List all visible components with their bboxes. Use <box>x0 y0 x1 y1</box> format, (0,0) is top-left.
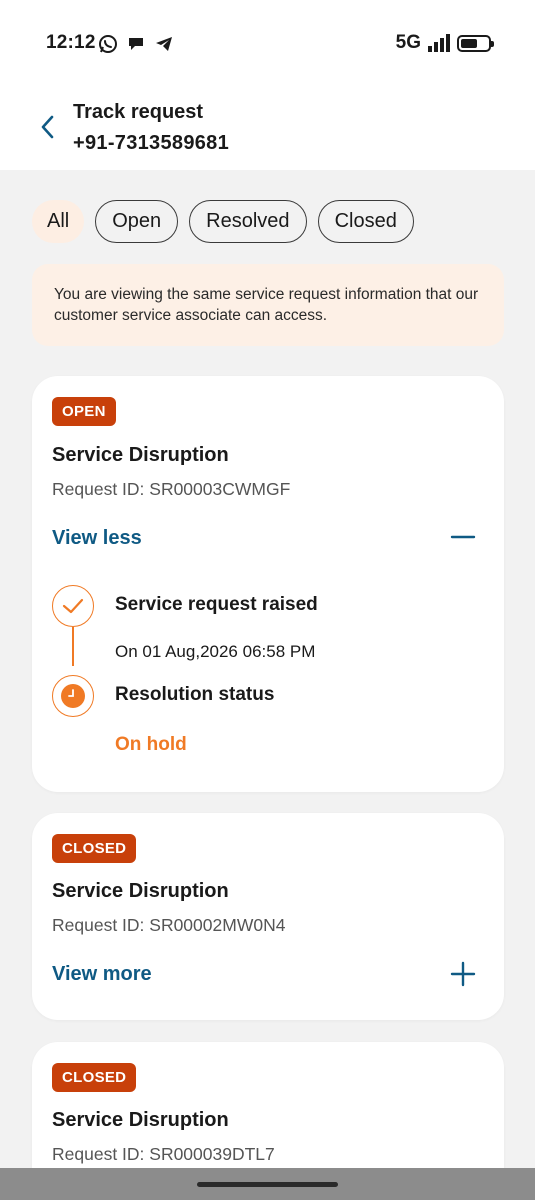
info-notice: You are viewing the same service request… <box>32 264 504 346</box>
battery-icon <box>457 34 494 52</box>
chevron-left-icon <box>41 115 54 139</box>
view-more-link[interactable]: View more <box>52 963 152 986</box>
request-id: Request ID: SR00003CWMGF <box>52 479 291 499</box>
home-gesture-handle[interactable] <box>197 1182 338 1187</box>
filter-chip-closed[interactable]: Closed <box>317 200 414 243</box>
request-title: Service Disruption <box>52 444 229 466</box>
request-card: CLOSED Service Disruption Request ID: SR… <box>32 813 504 1020</box>
page-title: Track request <box>73 101 204 123</box>
view-less-link[interactable]: View less <box>52 527 142 550</box>
request-card: OPEN Service Disruption Request ID: SR00… <box>32 376 504 792</box>
request-title: Service Disruption <box>52 1109 229 1131</box>
minus-icon[interactable] <box>450 524 476 550</box>
clock-icon <box>61 684 85 708</box>
app-header: Track request +91-7313589681 <box>0 88 535 170</box>
timeline-step-resolution <box>52 675 94 717</box>
status-time: 12:12 <box>46 32 96 53</box>
whatsapp-icon <box>99 35 117 53</box>
phone-number: +91-7313589681 <box>73 132 230 154</box>
status-app-icons <box>98 34 174 54</box>
filter-chips: All Open Resolved Closed <box>32 200 414 243</box>
timeline-date: On 01 Aug,2026 06:58 PM <box>115 642 316 661</box>
chat-bubble-icon <box>129 38 143 50</box>
status-badge: CLOSED <box>52 834 137 863</box>
timeline-title-resolution: Resolution status <box>115 684 275 705</box>
filter-chip-all[interactable]: All <box>32 200 85 243</box>
timeline-step-raised <box>52 585 94 627</box>
request-id: Request ID: SR000039DTL7 <box>52 1144 275 1164</box>
timeline-connector <box>72 627 74 666</box>
signal-icon <box>428 34 450 52</box>
network-label: 5G <box>395 32 421 53</box>
resolution-status: On hold <box>115 734 187 755</box>
status-badge: CLOSED <box>52 1063 137 1092</box>
check-icon <box>62 598 84 614</box>
status-right: 5G <box>395 32 494 54</box>
timeline-title-raised: Service request raised <box>115 594 318 615</box>
system-nav-bar <box>0 1168 535 1200</box>
plus-icon[interactable] <box>450 961 476 987</box>
status-badge: OPEN <box>52 397 116 426</box>
request-title: Service Disruption <box>52 880 229 902</box>
filter-chip-resolved[interactable]: Resolved <box>189 200 307 243</box>
status-bar: 12:12 5G <box>0 0 535 88</box>
filter-chip-open[interactable]: Open <box>95 200 179 243</box>
request-id: Request ID: SR00002MW0N4 <box>52 915 286 935</box>
telegram-icon <box>156 37 172 51</box>
back-button[interactable] <box>30 110 64 144</box>
